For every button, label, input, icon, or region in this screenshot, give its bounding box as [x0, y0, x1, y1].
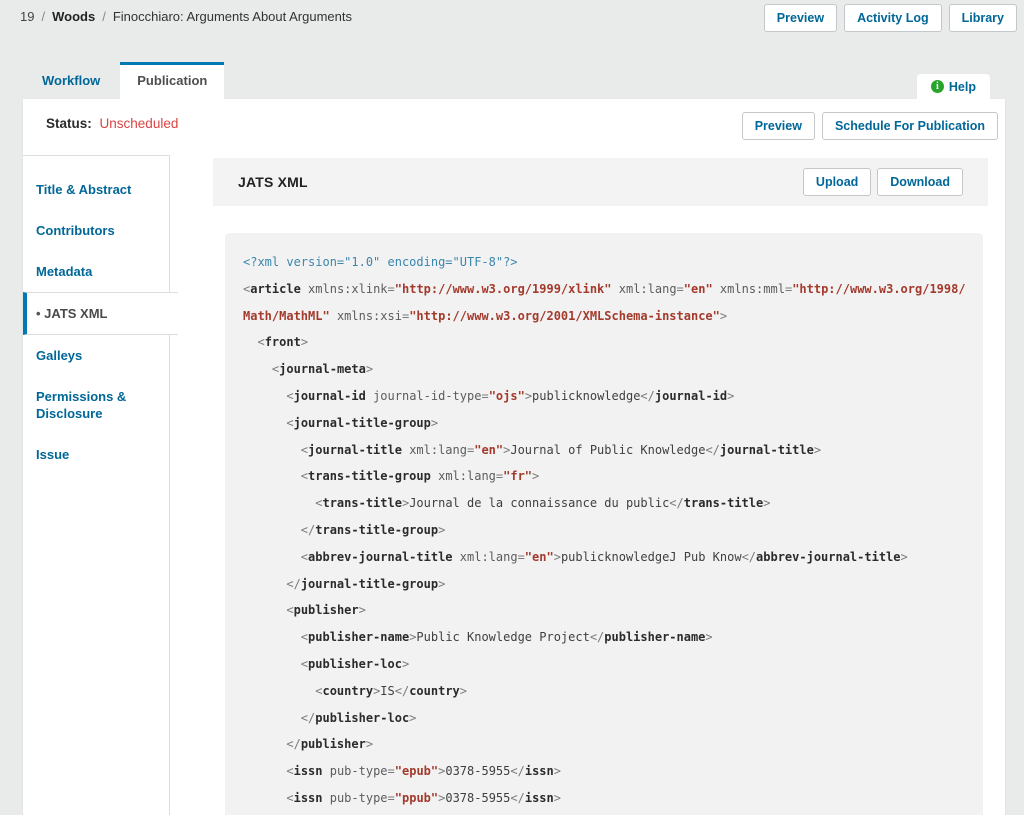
publication-panel: Status: Unscheduled Preview Schedule For… [23, 99, 1005, 815]
workflow-tabs: Workflow Publication [25, 62, 224, 99]
breadcrumb-context[interactable]: Woods [52, 9, 95, 24]
sidebar-item-galleys[interactable]: Galleys [23, 335, 169, 376]
library-button[interactable]: Library [949, 4, 1017, 32]
upload-button[interactable]: Upload [803, 168, 871, 196]
jats-xml-code: <?xml version="1.0" encoding="UTF-8"?> <… [225, 233, 983, 815]
tab-publication[interactable]: Publication [120, 62, 224, 99]
panel-title: JATS XML [238, 174, 308, 190]
breadcrumb-title: Finocchiaro: Arguments About Arguments [113, 9, 352, 24]
panel-actions: Upload Download [803, 168, 963, 196]
preview-button[interactable]: Preview [764, 4, 837, 32]
publication-status: Status: Unscheduled [46, 116, 178, 131]
sidebar-item-permissions-disclosure[interactable]: Permissions & Disclosure [23, 376, 169, 434]
jats-xml-code-block: <?xml version="1.0" encoding="UTF-8"?> <… [225, 233, 983, 815]
breadcrumb-submission-id: 19 [20, 9, 34, 24]
publication-sidebar: Title & Abstract Contributors Metadata J… [23, 155, 170, 815]
download-button[interactable]: Download [877, 168, 963, 196]
breadcrumb-separator: / [102, 9, 106, 24]
status-value: Unscheduled [100, 116, 179, 131]
status-label: Status: [46, 116, 92, 131]
info-icon [931, 80, 944, 93]
sidebar-item-metadata[interactable]: Metadata [23, 251, 169, 292]
publication-actions: Preview Schedule For Publication [742, 112, 998, 140]
publication-preview-button[interactable]: Preview [742, 112, 815, 140]
tab-workflow[interactable]: Workflow [25, 62, 117, 99]
help-button[interactable]: Help [917, 74, 990, 99]
sidebar-item-contributors[interactable]: Contributors [23, 210, 169, 251]
activity-log-button[interactable]: Activity Log [844, 4, 942, 32]
status-row: Status: Unscheduled Preview Schedule For… [23, 99, 1005, 155]
breadcrumb-separator: / [41, 9, 45, 24]
jats-xml-panel-header: JATS XML Upload Download [213, 158, 988, 206]
help-label: Help [949, 80, 976, 94]
sidebar-item-title-abstract[interactable]: Title & Abstract [23, 169, 169, 210]
breadcrumb: 19 / Woods / Finocchiaro: Arguments About Ar… [20, 9, 352, 24]
schedule-for-publication-button[interactable]: Schedule For Publication [822, 112, 998, 140]
sidebar-item-issue[interactable]: Issue [23, 434, 169, 475]
header-actions: Preview Activity Log Library [764, 4, 1017, 32]
jats-xml-panel: JATS XML Upload Download <?xml version="… [171, 155, 1005, 815]
sidebar-item-jats-xml[interactable]: JATS XML [23, 292, 178, 335]
